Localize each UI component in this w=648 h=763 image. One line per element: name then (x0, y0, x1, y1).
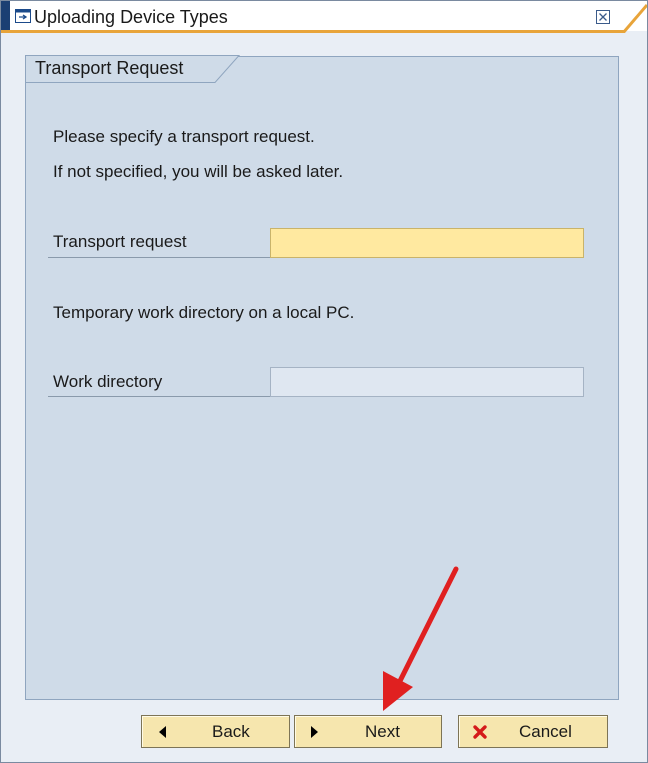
title-bar: Uploading Device Types (1, 1, 647, 33)
work-directory-input[interactable] (270, 367, 584, 397)
intro-text-line2: If not specified, you will be asked late… (53, 162, 344, 181)
back-button-label: Back (212, 722, 250, 741)
annotation-arrow (383, 566, 459, 711)
dialog-window: Uploading Device Types Transport Request… (0, 0, 648, 763)
back-button[interactable]: Back (141, 715, 290, 748)
transport-request-input[interactable] (270, 228, 584, 258)
red-x-icon (473, 725, 487, 739)
cancel-button-label: Cancel (519, 722, 572, 741)
work-directory-label: Work directory (53, 372, 163, 391)
title-bar-accent (1, 1, 10, 31)
work-directory-label-underline (48, 396, 270, 397)
triangle-left-icon (159, 726, 166, 738)
intro-text-line1: Please specify a transport request. (53, 127, 315, 146)
dialog-icon (15, 9, 31, 23)
window-title: Uploading Device Types (34, 7, 228, 27)
cancel-button[interactable]: Cancel (458, 715, 608, 748)
workdir-note: Temporary work directory on a local PC. (53, 303, 355, 322)
next-button-label: Next (365, 722, 400, 741)
close-icon (599, 13, 607, 21)
title-bar-corner (621, 4, 647, 33)
title-bar-underline (1, 30, 625, 33)
close-button[interactable] (596, 10, 610, 24)
triangle-right-icon (311, 726, 318, 738)
tab-label: Transport Request (35, 58, 184, 78)
transport-request-label: Transport request (53, 232, 187, 251)
transport-request-label-underline (48, 257, 270, 258)
